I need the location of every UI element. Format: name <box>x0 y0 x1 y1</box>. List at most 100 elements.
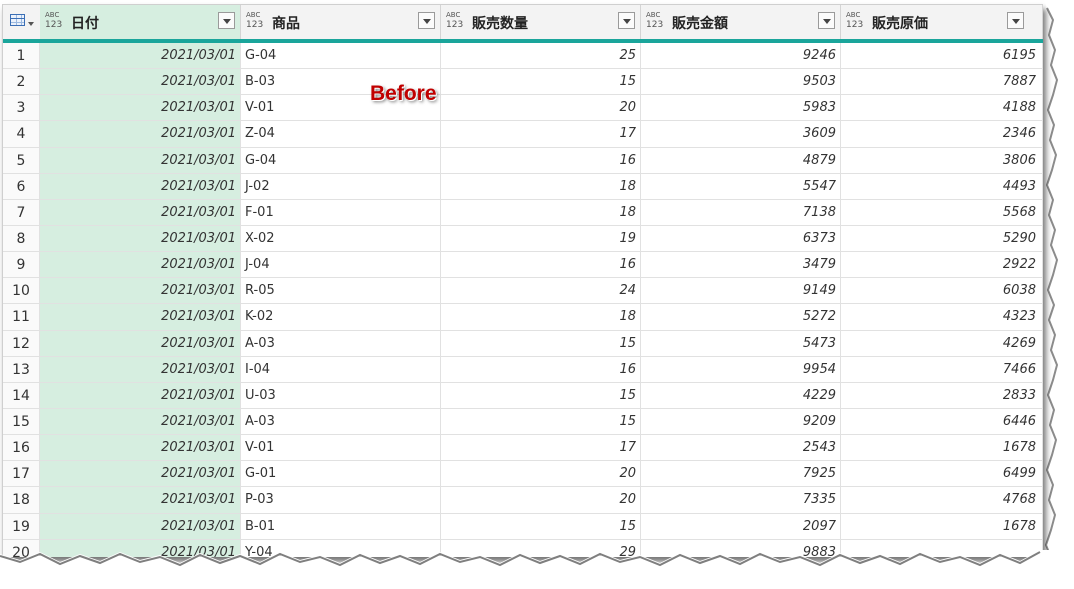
row-number[interactable]: 7 <box>3 199 40 226</box>
cell-product[interactable]: I-04 <box>241 356 441 383</box>
cell-quantity[interactable]: 20 <box>441 95 641 122</box>
cell-date[interactable]: 2021/03/01 <box>40 356 241 383</box>
any-type-icon[interactable]: ABC 123 <box>646 11 668 30</box>
cell-cost[interactable]: 2346 <box>841 121 1043 148</box>
cell-cost[interactable]: 2922 <box>841 252 1043 279</box>
cell-product[interactable]: J-02 <box>241 173 441 200</box>
cell-date[interactable]: 2021/03/01 <box>40 147 241 174</box>
cell-amount[interactable]: 9503 <box>641 69 841 96</box>
cell-cost[interactable]: 3806 <box>841 147 1043 174</box>
filter-dropdown-button[interactable] <box>818 12 835 29</box>
any-type-icon[interactable]: ABC 123 <box>45 11 67 30</box>
row-number[interactable]: 5 <box>3 147 40 174</box>
cell-quantity[interactable]: 18 <box>441 173 641 200</box>
cell-date[interactable]: 2021/03/01 <box>40 225 241 253</box>
row-number[interactable]: 15 <box>3 408 40 436</box>
cell-quantity[interactable]: 15 <box>441 69 641 96</box>
cell-cost[interactable]: 4493 <box>841 173 1043 200</box>
cell-date[interactable]: 2021/03/01 <box>40 435 241 462</box>
row-number[interactable]: 2 <box>3 69 40 96</box>
cell-cost[interactable]: 4323 <box>841 304 1043 331</box>
cell-date[interactable]: 2021/03/01 <box>40 95 241 122</box>
row-number[interactable]: 11 <box>3 304 40 331</box>
column-header-cost[interactable]: ABC 123 販売原価 <box>841 5 1043 39</box>
row-number[interactable]: 4 <box>3 121 40 148</box>
cell-amount[interactable]: 4879 <box>641 147 841 174</box>
cell-amount[interactable]: 5547 <box>641 173 841 200</box>
cell-product[interactable]: A-03 <box>241 408 441 436</box>
cell-amount[interactable]: 5473 <box>641 330 841 357</box>
cell-quantity[interactable]: 15 <box>441 382 641 409</box>
row-number[interactable]: 13 <box>3 356 40 383</box>
row-number[interactable]: 16 <box>3 435 40 462</box>
cell-date[interactable]: 2021/03/01 <box>40 304 241 331</box>
cell-date[interactable]: 2021/03/01 <box>40 252 241 279</box>
cell-product[interactable]: X-02 <box>241 225 441 253</box>
cell-cost[interactable]: 6446 <box>841 408 1043 436</box>
cell-cost[interactable]: 1678 <box>841 435 1043 462</box>
row-number[interactable]: 17 <box>3 461 40 488</box>
cell-cost[interactable]: 2833 <box>841 382 1043 409</box>
cell-amount[interactable]: 4229 <box>641 382 841 409</box>
cell-quantity[interactable]: 15 <box>441 513 641 540</box>
cell-quantity[interactable]: 24 <box>441 278 641 305</box>
cell-amount[interactable]: 5272 <box>641 304 841 331</box>
cell-product[interactable]: G-01 <box>241 461 441 488</box>
cell-date[interactable]: 2021/03/01 <box>40 513 241 540</box>
cell-date[interactable]: 2021/03/01 <box>40 121 241 148</box>
cell-product[interactable]: Z-04 <box>241 121 441 148</box>
cell-amount[interactable]: 2543 <box>641 435 841 462</box>
column-header-date[interactable]: ABC 123 日付 <box>40 5 241 39</box>
column-header-product[interactable]: ABC 123 商品 <box>241 5 441 39</box>
cell-quantity[interactable]: 19 <box>441 225 641 253</box>
cell-amount[interactable]: 9954 <box>641 356 841 383</box>
filter-dropdown-button[interactable] <box>218 12 235 29</box>
cell-cost[interactable]: 5290 <box>841 225 1043 253</box>
any-type-icon[interactable]: ABC 123 <box>246 11 268 30</box>
cell-quantity[interactable]: 18 <box>441 199 641 226</box>
cell-cost[interactable]: 7466 <box>841 356 1043 383</box>
filter-dropdown-button[interactable] <box>418 12 435 29</box>
cell-date[interactable]: 2021/03/01 <box>40 330 241 357</box>
cell-date[interactable]: 2021/03/01 <box>40 43 241 70</box>
cell-product[interactable]: G-04 <box>241 147 441 174</box>
any-type-icon[interactable]: ABC 123 <box>446 11 468 30</box>
cell-amount[interactable]: 7925 <box>641 461 841 488</box>
cell-date[interactable]: 2021/03/01 <box>40 382 241 409</box>
cell-product[interactable]: G-04 <box>241 43 441 70</box>
cell-quantity[interactable]: 17 <box>441 435 641 462</box>
cell-amount[interactable]: 5983 <box>641 95 841 122</box>
row-number[interactable]: 18 <box>3 487 40 514</box>
cell-amount[interactable]: 9246 <box>641 43 841 70</box>
cell-quantity[interactable]: 16 <box>441 147 641 174</box>
cell-date[interactable]: 2021/03/01 <box>40 199 241 226</box>
cell-date[interactable]: 2021/03/01 <box>40 278 241 305</box>
cell-quantity[interactable]: 15 <box>441 408 641 436</box>
cell-quantity[interactable]: 20 <box>441 487 641 514</box>
row-number[interactable]: 12 <box>3 330 40 357</box>
cell-quantity[interactable]: 20 <box>441 461 641 488</box>
cell-quantity[interactable]: 16 <box>441 252 641 279</box>
cell-product[interactable]: F-01 <box>241 199 441 226</box>
cell-cost[interactable]: 7887 <box>841 69 1043 96</box>
column-header-amount[interactable]: ABC 123 販売金額 <box>641 5 841 39</box>
row-number[interactable]: 8 <box>3 225 40 253</box>
cell-cost[interactable]: 6195 <box>841 43 1043 70</box>
cell-cost[interactable]: 4188 <box>841 95 1043 122</box>
cell-date[interactable]: 2021/03/01 <box>40 69 241 96</box>
row-number[interactable]: 14 <box>3 382 40 409</box>
cell-cost[interactable]: 5568 <box>841 199 1043 226</box>
cell-amount[interactable]: 9149 <box>641 278 841 305</box>
cell-amount[interactable]: 3479 <box>641 252 841 279</box>
filter-dropdown-button[interactable] <box>618 12 635 29</box>
cell-amount[interactable]: 7335 <box>641 487 841 514</box>
cell-amount[interactable]: 6373 <box>641 225 841 253</box>
cell-product[interactable]: B-01 <box>241 513 441 540</box>
cell-product[interactable]: R-05 <box>241 278 441 305</box>
row-number[interactable]: 3 <box>3 95 40 122</box>
column-header-quantity[interactable]: ABC 123 販売数量 <box>441 5 641 39</box>
cell-quantity[interactable]: 16 <box>441 356 641 383</box>
cell-amount[interactable]: 9209 <box>641 408 841 436</box>
cell-product[interactable]: J-04 <box>241 252 441 279</box>
row-number[interactable]: 9 <box>3 252 40 279</box>
